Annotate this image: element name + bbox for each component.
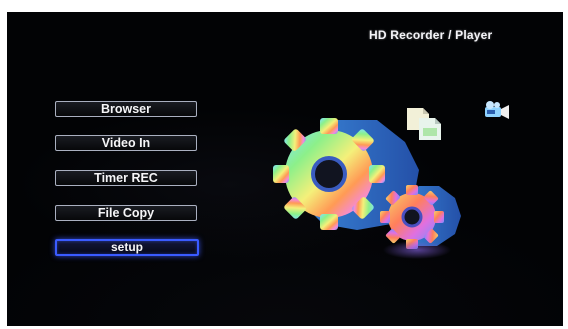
illustration (273, 101, 509, 259)
video-camera-icon (485, 101, 509, 119)
tv-screen: HD Recorder / Player Browser Video In Ti… (7, 12, 563, 326)
file-copy-icon (407, 108, 441, 140)
